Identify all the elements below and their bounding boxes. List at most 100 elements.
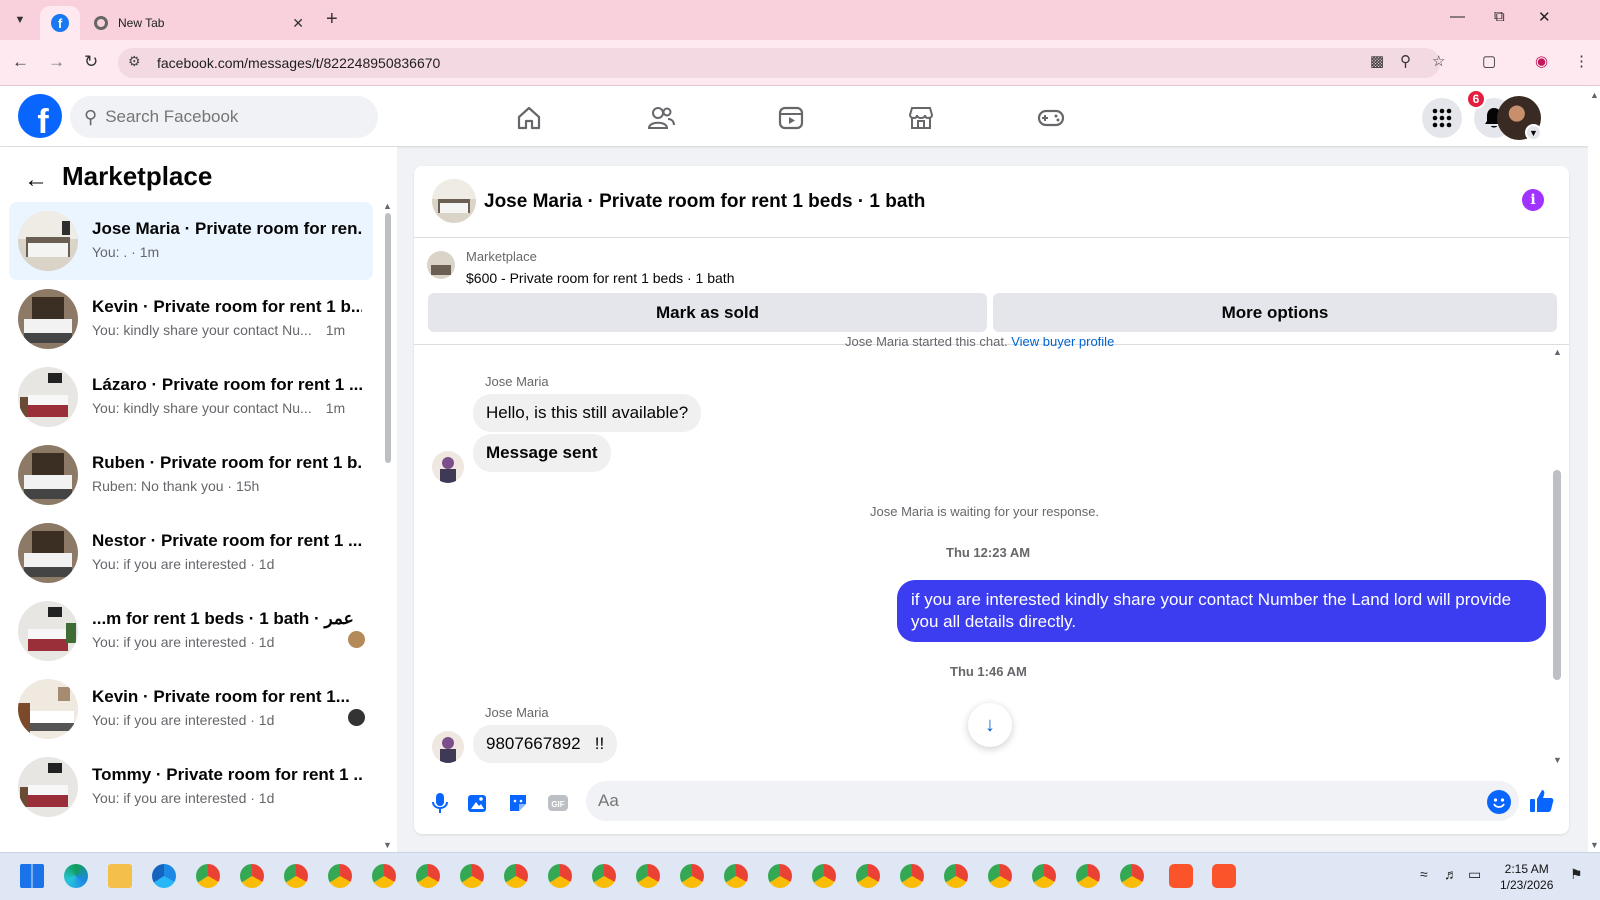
emoji-icon[interactable] bbox=[1487, 790, 1511, 814]
chrome-icon[interactable] bbox=[328, 864, 352, 888]
view-buyer-profile-link[interactable]: View buyer profile bbox=[1011, 337, 1114, 349]
system-clock[interactable]: 2:15 AM 1/23/2026 bbox=[1500, 861, 1553, 893]
conversation-item[interactable]: Jose Maria · Private room for ren... You… bbox=[9, 202, 373, 280]
chrome-icon[interactable] bbox=[812, 864, 836, 888]
scroll-up-arrow-icon[interactable]: ▲ bbox=[383, 201, 392, 211]
chrome-icon[interactable] bbox=[900, 864, 924, 888]
back-icon[interactable]: ← bbox=[12, 52, 29, 72]
friends-icon[interactable] bbox=[641, 102, 681, 134]
chrome-icon[interactable] bbox=[592, 864, 616, 888]
incoming-message[interactable]: 9807667892 !! bbox=[473, 725, 618, 763]
search-box[interactable]: ⚲ bbox=[70, 96, 378, 138]
scroll-down-arrow-icon[interactable]: ▼ bbox=[1590, 840, 1599, 850]
tab-new-tab[interactable]: New Tab ✕ bbox=[84, 6, 316, 40]
menu-kebab-icon[interactable]: ⋮ bbox=[1574, 52, 1589, 70]
close-window-icon[interactable]: ✕ bbox=[1538, 8, 1551, 26]
chrome-icon[interactable] bbox=[856, 864, 880, 888]
file-explorer-icon[interactable] bbox=[108, 864, 132, 888]
site-info-icon[interactable]: ⚙ bbox=[128, 53, 141, 70]
conversation-item[interactable]: Lázaro · Private room for rent 1 ... You… bbox=[9, 358, 373, 436]
zoom-icon[interactable]: ⚲ bbox=[1400, 52, 1411, 70]
chrome-icon[interactable] bbox=[240, 864, 264, 888]
install-app-icon[interactable]: ▩ bbox=[1370, 52, 1384, 70]
chrome-icon[interactable] bbox=[1032, 864, 1056, 888]
close-tab-icon[interactable]: ✕ bbox=[292, 15, 304, 32]
forward-icon[interactable]: → bbox=[48, 52, 65, 72]
edge-icon[interactable] bbox=[64, 864, 88, 888]
reload-icon[interactable]: ↻ bbox=[84, 52, 98, 72]
scroll-down-arrow-icon[interactable]: ▼ bbox=[383, 840, 392, 850]
tab-facebook[interactable]: f bbox=[40, 6, 80, 40]
chrome-icon[interactable] bbox=[944, 864, 968, 888]
chrome-icon[interactable] bbox=[768, 864, 792, 888]
back-arrow-icon[interactable]: ← bbox=[24, 166, 48, 194]
chrome-icon[interactable] bbox=[548, 864, 572, 888]
sender-avatar[interactable] bbox=[432, 451, 464, 483]
video-icon[interactable] bbox=[771, 102, 811, 134]
photo-icon[interactable] bbox=[465, 790, 491, 816]
chevron-down-icon[interactable]: ▼ bbox=[1525, 124, 1542, 141]
chat-header-avatar[interactable] bbox=[432, 179, 476, 223]
brave-icon[interactable] bbox=[1212, 864, 1236, 888]
conversation-item[interactable]: Kevin · Private room for rent 1 b... You… bbox=[9, 280, 373, 358]
chrome-icon[interactable] bbox=[1076, 864, 1100, 888]
gif-icon[interactable]: GIF bbox=[545, 790, 571, 816]
mark-as-sold-button[interactable]: Mark as sold bbox=[428, 293, 987, 332]
restore-icon[interactable]: ⧉ bbox=[1494, 8, 1505, 25]
menu-grid-button[interactable] bbox=[1422, 98, 1462, 138]
conversation-item[interactable]: Kevin · Private room for rent 1... You: … bbox=[9, 670, 373, 748]
like-icon[interactable] bbox=[1529, 788, 1555, 821]
windows-start-icon[interactable] bbox=[20, 864, 44, 888]
profile-icon[interactable]: ◉ bbox=[1535, 52, 1548, 70]
marketplace-icon[interactable] bbox=[901, 102, 941, 134]
page-scrollbar[interactable] bbox=[1588, 86, 1600, 852]
conversation-item[interactable]: ...m for rent 1 beds · 1 bath · عمر You:… bbox=[9, 592, 373, 670]
conversation-item[interactable]: Tommy · Private room for rent 1 ... You:… bbox=[9, 748, 373, 826]
scroll-up-arrow-icon[interactable]: ▲ bbox=[1553, 347, 1562, 357]
extensions-icon[interactable]: ▢ bbox=[1482, 52, 1496, 70]
scroll-to-bottom-button[interactable]: ↓ bbox=[968, 703, 1012, 747]
incoming-message[interactable]: Message sent bbox=[473, 434, 611, 472]
chrome-icon[interactable] bbox=[988, 864, 1012, 888]
volume-icon[interactable]: ♬ bbox=[1444, 866, 1458, 882]
microphone-icon[interactable] bbox=[427, 790, 453, 816]
listing-title[interactable]: $600 - Private room for rent 1 beds · 1 … bbox=[466, 270, 734, 286]
scroll-down-arrow-icon[interactable]: ▼ bbox=[1553, 755, 1562, 765]
battery-icon[interactable]: ▭ bbox=[1468, 866, 1481, 883]
chat-scrollbar[interactable] bbox=[1553, 470, 1561, 680]
sender-avatar[interactable] bbox=[432, 731, 464, 763]
outgoing-message[interactable]: if you are interested kindly share your … bbox=[897, 580, 1546, 642]
facebook-logo[interactable]: f bbox=[18, 94, 62, 138]
chrome-icon[interactable] bbox=[416, 864, 440, 888]
scroll-up-arrow-icon[interactable]: ▲ bbox=[1590, 90, 1599, 100]
chrome-icon[interactable] bbox=[284, 864, 308, 888]
url-text[interactable]: facebook.com/messages/t/822248950836670 bbox=[157, 55, 440, 71]
chrome-icon[interactable] bbox=[680, 864, 704, 888]
chrome-icon[interactable] bbox=[196, 864, 220, 888]
search-input[interactable] bbox=[105, 107, 346, 127]
chat-title[interactable]: Jose Maria · Private room for rent 1 bed… bbox=[484, 191, 925, 213]
gaming-icon[interactable] bbox=[1031, 102, 1071, 134]
notification-center-icon[interactable]: ⚑ bbox=[1570, 866, 1583, 883]
bookmark-star-icon[interactable]: ☆ bbox=[1432, 52, 1445, 70]
conversation-item[interactable]: Nestor · Private room for rent 1 ... You… bbox=[9, 514, 373, 592]
conversation-item[interactable]: Ruben · Private room for rent 1 b... Rub… bbox=[9, 436, 373, 514]
more-options-button[interactable]: More options bbox=[993, 293, 1557, 332]
message-input[interactable] bbox=[586, 781, 1519, 821]
chrome-icon[interactable] bbox=[1120, 864, 1144, 888]
tab-search-dropdown-icon[interactable]: ▼ bbox=[8, 8, 32, 32]
listing-thumbnail[interactable] bbox=[427, 251, 455, 279]
conversation-list-scrollbar[interactable] bbox=[385, 213, 391, 463]
incoming-message[interactable]: Hello, is this still available? bbox=[473, 394, 702, 432]
chrome-icon[interactable] bbox=[504, 864, 528, 888]
brave-icon[interactable] bbox=[1169, 864, 1193, 888]
home-icon[interactable] bbox=[509, 102, 549, 134]
chrome-icon[interactable] bbox=[636, 864, 660, 888]
wifi-icon[interactable]: ≈ bbox=[1420, 866, 1428, 882]
new-tab-button[interactable]: + bbox=[326, 8, 338, 31]
sticker-icon[interactable] bbox=[505, 790, 531, 816]
chrome-icon[interactable] bbox=[460, 864, 484, 888]
minimize-icon[interactable]: — bbox=[1450, 8, 1465, 25]
chrome-icon[interactable] bbox=[724, 864, 748, 888]
info-icon[interactable]: i bbox=[1522, 189, 1544, 211]
